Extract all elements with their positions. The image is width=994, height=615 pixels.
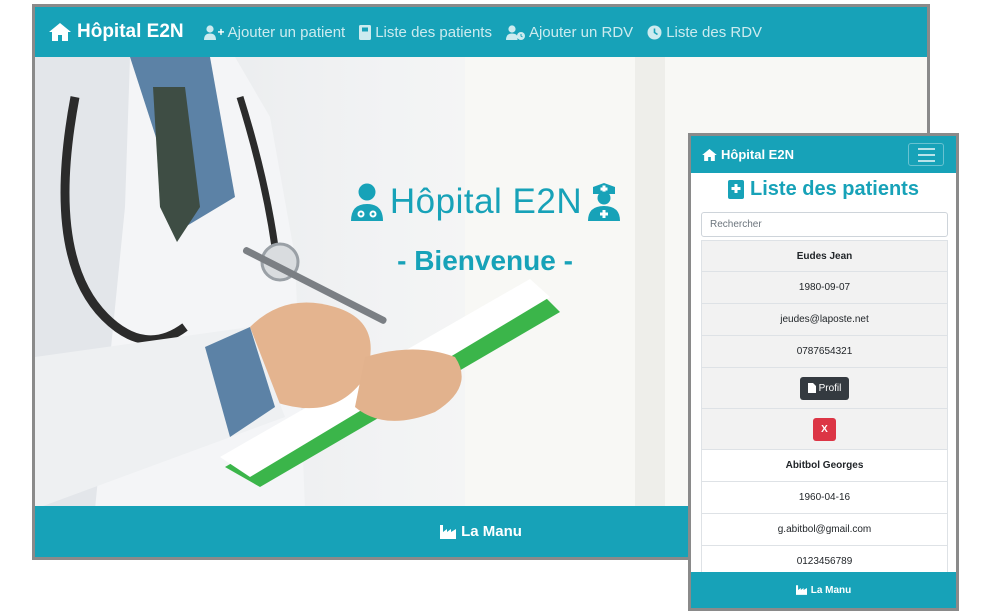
- brand-label: Hôpital E2N: [77, 21, 184, 42]
- hero-title-text: Hôpital E2N: [389, 182, 583, 221]
- mobile-navbar: Hôpital E2N: [691, 136, 956, 173]
- nav-label: Ajouter un RDV: [528, 23, 634, 41]
- patient-profile-cell: Profil: [701, 368, 948, 409]
- top-navbar: Hôpital E2N Ajouter un patient Liste des…: [35, 7, 927, 57]
- hero-subtitle: - Bienvenue -: [397, 245, 573, 276]
- notebook-icon: [728, 180, 745, 199]
- page-title-text: Liste des patients: [750, 178, 919, 200]
- hamburger-icon[interactable]: [908, 143, 944, 166]
- nav-add-appointment[interactable]: Ajouter un RDV: [505, 23, 634, 41]
- nav-label: Liste des RDV: [666, 23, 763, 41]
- patient-email-cell: g.abitbol@gmail.com: [701, 514, 948, 546]
- mobile-brand-label: Hôpital E2N: [721, 147, 794, 162]
- nav-appointment-list[interactable]: Liste des RDV: [647, 24, 762, 41]
- delete-button[interactable]: X: [813, 417, 836, 441]
- home-icon: [702, 148, 717, 161]
- profile-button-label: Profil: [818, 382, 842, 394]
- home-icon: [49, 23, 71, 41]
- mobile-footer-label: La Manu: [810, 584, 852, 596]
- nav-patient-list[interactable]: Liste des patients: [359, 24, 492, 41]
- navbar-brand[interactable]: Hôpital E2N: [49, 21, 184, 43]
- clock-icon: [647, 25, 662, 39]
- patient-birthdate-cell: 1960-04-16: [701, 482, 948, 514]
- nav-add-patient[interactable]: Ajouter un patient: [203, 23, 346, 41]
- industry-icon: [440, 524, 457, 539]
- nav-label: Ajouter un patient: [227, 23, 346, 41]
- user-plus-icon: [203, 24, 224, 40]
- patient-name-cell: Eudes Jean: [701, 240, 948, 272]
- page-title: Liste des patients: [691, 178, 956, 201]
- mobile-window: Hôpital E2N Liste des patients Eudes Jea…: [688, 133, 959, 611]
- doctor-icon: [350, 183, 383, 221]
- hero-title: Hôpital E2N: [335, 182, 635, 222]
- profile-button[interactable]: Profil: [799, 376, 850, 400]
- industry-icon: [795, 585, 807, 595]
- patient-name-cell: Abitbol Georges: [701, 450, 948, 482]
- file-icon: [807, 383, 816, 393]
- patient-delete-cell: X: [701, 409, 948, 450]
- patient-email-cell: jeudes@laposte.net: [701, 304, 948, 336]
- nav-label: Liste des patients: [375, 23, 492, 41]
- patient-phone-cell: 0787654321: [701, 336, 948, 368]
- patient-table: Eudes Jean 1980-09-07 jeudes@laposte.net…: [701, 240, 948, 578]
- mobile-brand[interactable]: Hôpital E2N: [702, 147, 794, 162]
- mobile-footer: La Manu: [691, 572, 956, 608]
- patient-birthdate-cell: 1980-09-07: [701, 272, 948, 304]
- nurse-icon: [588, 183, 621, 221]
- search-input[interactable]: [701, 212, 948, 237]
- footer-label: La Manu: [461, 523, 522, 540]
- notebook-icon: [359, 24, 372, 40]
- user-clock-icon: [505, 24, 525, 40]
